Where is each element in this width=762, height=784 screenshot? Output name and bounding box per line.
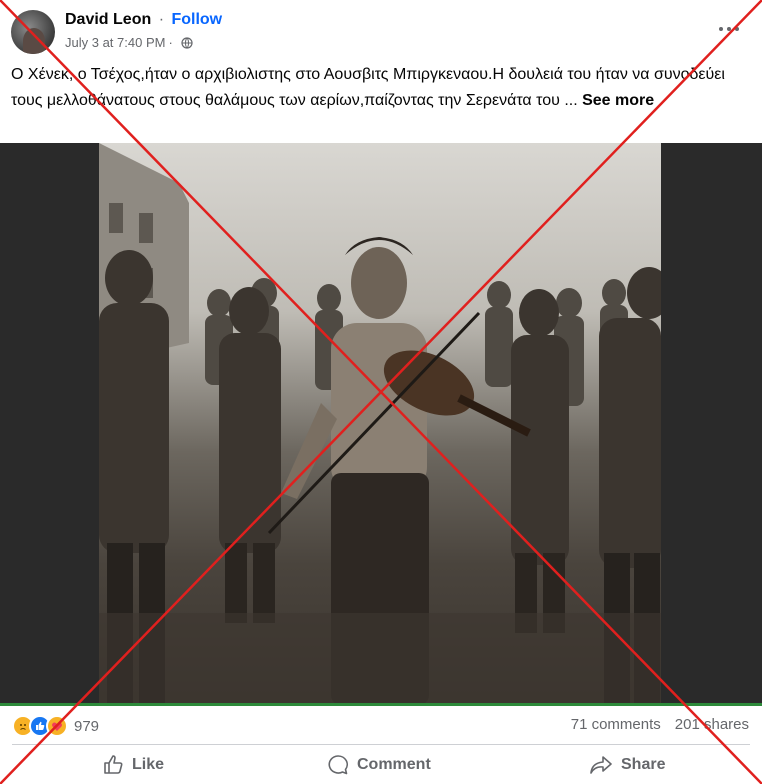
comments-count[interactable]: 71 comments: [571, 716, 661, 733]
reaction-count[interactable]: 979: [74, 718, 99, 735]
actions-divider: [12, 744, 750, 745]
share-arrow-icon: [590, 756, 612, 774]
share-label: Share: [621, 756, 666, 773]
comment-button[interactable]: Comment: [327, 746, 431, 784]
engagement-stats: 979 71 comments 201 shares: [0, 706, 762, 744]
see-more-link[interactable]: See more: [582, 92, 654, 109]
share-button[interactable]: Share: [589, 746, 665, 784]
like-button[interactable]: Like: [102, 746, 164, 784]
more-options-icon[interactable]: [716, 18, 742, 38]
post-media[interactable]: [0, 143, 762, 705]
comment-bubble-icon: [328, 755, 348, 775]
author-line: David Leon · Follow: [65, 10, 222, 30]
like-label: Like: [132, 756, 165, 773]
author-name[interactable]: David Leon: [65, 11, 151, 28]
thumbs-up-icon: [104, 755, 123, 774]
post-meta: July 3 at 7:40 PM ·: [65, 34, 193, 52]
comment-label: Comment: [357, 756, 431, 773]
care-reaction-icon: [46, 715, 68, 737]
globe-icon: [181, 37, 193, 49]
meta-separator: ·: [168, 35, 173, 50]
photo-illustration: [99, 143, 661, 705]
author-avatar[interactable]: [11, 10, 55, 54]
reactions-summary[interactable]: 979: [12, 715, 99, 737]
post-photo[interactable]: [99, 143, 661, 705]
follow-button[interactable]: Follow: [171, 11, 222, 28]
post-body: Ο Χένεκ, ο Τσέχος,ήταν ο αρχιβιολιστης σ…: [11, 62, 751, 114]
post-actions: Like Comment Share: [0, 746, 762, 784]
comments-shares: 71 comments 201 shares: [571, 716, 749, 733]
shares-count[interactable]: 201 shares: [675, 716, 749, 733]
post-timestamp[interactable]: July 3 at 7:40 PM: [65, 34, 165, 52]
post-header: David Leon · Follow July 3 at 7:40 PM ·: [0, 0, 762, 60]
name-separator: ·: [158, 11, 165, 28]
